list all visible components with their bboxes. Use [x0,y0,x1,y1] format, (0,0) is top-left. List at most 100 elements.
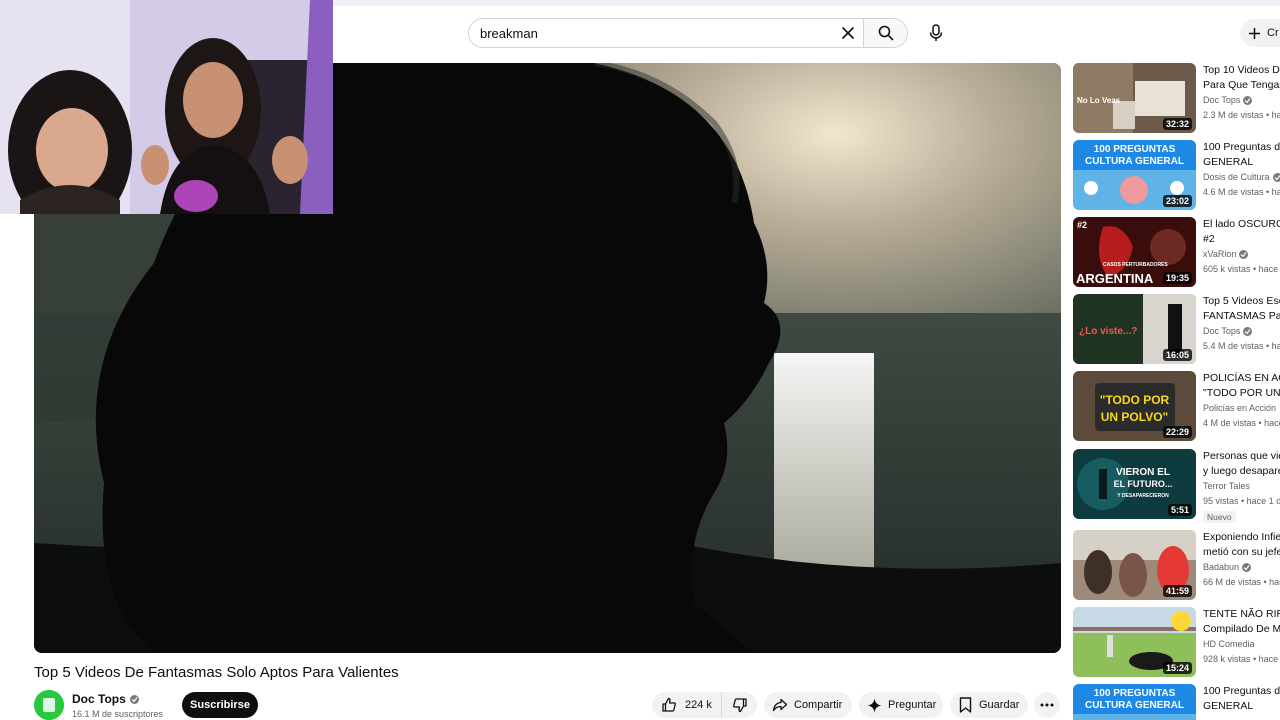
recommendation-title: Exponiendo Infie metió con su jefe [1203,531,1280,558]
recommendation-meta: 2.3 M de vistas • hace [1203,110,1280,120]
recommendation-meta: 5.4 M de vistas • hace [1203,341,1280,351]
like-count: 224 k [685,699,712,711]
recommendation-meta: 4.6 M de vistas • hace [1203,187,1280,197]
youtube-watch-page: Cr [0,0,1280,720]
recommendation-item[interactable]: 100 PREGUNTAS CULTURA GENERAL 23:02 100 P… [1073,140,1280,212]
recommendation-title: POLICÍAS EN AC"TODO POR UN P [1203,372,1280,399]
verified-icon [1239,249,1249,259]
sparkle-icon [867,698,882,712]
thumb-caption: UN POLVO" [1101,410,1168,424]
share-icon [772,698,788,712]
thumb-caption: "TODO POR [1100,393,1170,407]
recommendation-channel: Dosis de Cultura [1203,172,1280,182]
recommendation-title: 100 Preguntas de GENERAL [1203,685,1280,712]
share-label: Compartir [794,699,843,711]
recommendation-thumbnail[interactable]: 100 PREGUNTAS CULTURA GENERAL [1073,684,1196,720]
more-actions-button[interactable] [1034,692,1060,718]
recommendation-channel: Policías en Acción [1203,403,1277,413]
channel-logo-icon [34,690,64,720]
video-duration: 16:05 [1162,349,1192,361]
share-button[interactable]: Compartir [764,692,852,718]
recommendation-thumbnail[interactable]: 15:24 [1073,607,1196,677]
recommendation-title: El lado OSCURO d#2 [1203,218,1280,245]
thumb-caption: VIERON EL [1116,467,1170,478]
recommendation-thumbnail[interactable]: No Lo Veas 32:32 [1073,63,1196,133]
verified-icon [1243,95,1253,105]
recommendation-channel: xVaRion [1203,249,1249,259]
create-button[interactable]: Cr [1240,19,1280,47]
thumb-caption: CASOS PERTURBADORES [1103,262,1168,268]
thumb-caption: CULTURA GENERAL [1085,700,1184,711]
recommendation-thumbnail[interactable]: ¿Lo viste...? 16:05 [1073,294,1196,364]
recommendation-item[interactable]: VIERON EL EL FUTURO... Y DESAPARECIERON 5:… [1073,449,1280,523]
thumbs-down-icon [732,698,747,713]
close-icon [842,27,854,39]
recommendation-channel: HD Comedia [1203,639,1255,649]
channel-name[interactable]: Doc Tops [72,692,139,706]
top-strip [333,0,1280,6]
subscriber-count: 16.1 M de suscriptores [72,709,164,719]
video-duration: 41:59 [1162,585,1192,597]
recommendation-item[interactable]: No Lo Veas 32:32 Top 10 Videos De Para Qu… [1073,63,1280,135]
thumb-caption: No Lo Veas [1077,96,1121,105]
video-title: Top 5 Videos De Fantasmas Solo Aptos Par… [34,664,399,681]
recommendation-thumbnail[interactable]: 100 PREGUNTAS CULTURA GENERAL 23:02 [1073,140,1196,210]
recommendation-title: Personas que vie y luego desapare [1203,450,1280,477]
thumb-caption: ARGENTINA [1076,271,1154,286]
thumb-caption: ¿Lo viste...? [1079,326,1137,337]
thumb-caption: CULTURA GENERAL [1085,156,1184,167]
channel-avatar[interactable] [34,690,64,720]
subscribe-button[interactable]: Suscribirse [182,692,258,718]
recommendation-meta: 605 k vistas • hace [1203,264,1279,274]
recommendation-title: Top 5 Videos Esc FANTASMAS Par [1203,295,1280,322]
search-input[interactable] [469,19,833,47]
recommendation-meta: 4 M de vistas • hace [1203,418,1280,428]
recommendation-item[interactable]: #2 CASOS PERTURBADORES ARGENTINA 19:35 El … [1073,217,1280,289]
recommendation-item[interactable]: 15:24 TENTE NÃO RIR Compilado De M HD Com… [1073,607,1280,679]
save-label: Guardar [979,699,1020,711]
new-badge: Nuevo [1203,511,1236,523]
recommendation-channel: Terror Tales [1203,481,1250,491]
voice-search-button[interactable] [920,17,952,49]
video-duration: 23:02 [1162,195,1192,207]
recommendation-title: TENTE NÃO RIR Compilado De M [1203,608,1280,635]
more-horizontal-icon [1040,703,1054,707]
save-button[interactable]: Guardar [950,692,1028,718]
ask-button[interactable]: Preguntar [859,692,943,718]
search-button[interactable] [863,19,907,47]
recommendation-item[interactable]: 41:59 Exponiendo Infie metió con su jefe … [1073,530,1280,602]
recommendation-thumbnail[interactable]: "TODO POR UN POLVO" 22:29 [1073,371,1196,441]
like-button[interactable]: 224 k [652,692,722,718]
verified-icon [1242,562,1252,572]
video-duration: 5:51 [1167,504,1192,516]
create-label: Cr [1267,27,1279,39]
video-duration: 19:35 [1162,272,1192,284]
recommendation-thumbnail[interactable]: #2 CASOS PERTURBADORES ARGENTINA 19:35 [1073,217,1196,287]
recommendation-item[interactable]: "TODO POR UN POLVO" 22:29 POLICÍAS EN AC "… [1073,371,1280,443]
recommendation-channel: Doc Tops [1203,95,1253,105]
recommendation-item[interactable]: 100 PREGUNTAS CULTURA GENERAL 100 Pregunt… [1073,684,1280,720]
mic-icon [929,24,943,41]
ask-label: Preguntar [888,699,937,711]
clear-search-button[interactable] [833,19,863,47]
bookmark-icon [959,697,972,713]
thumbs-up-icon [662,697,676,712]
recommendation-meta: 66 M de vistas • hace [1203,577,1280,587]
plus-icon [1249,27,1260,39]
recommendation-item[interactable]: ¿Lo viste...? 16:05 Top 5 Videos Esc FANT… [1073,294,1280,366]
video-duration: 22:29 [1162,426,1192,438]
search-bar [468,18,908,48]
recommendation-thumbnail[interactable]: 41:59 [1073,530,1196,600]
dislike-button[interactable] [722,692,757,718]
recommendation-meta: 95 vistas • hace 1 d [1203,496,1280,506]
recommendation-channel: Doc Tops [1203,326,1253,336]
video-duration: 32:32 [1162,118,1192,130]
recommendation-meta: 928 k vistas • hace [1203,654,1279,664]
like-dislike-group: 224 k [652,692,757,718]
recommendation-title: Top 10 Videos De Para Que Tengas [1203,64,1280,91]
thumb-caption: 100 PREGUNTAS [1094,144,1176,155]
thumb-caption: EL FUTURO... [1114,479,1173,489]
thumb-caption: 100 PREGUNTAS [1094,688,1176,699]
recommendation-thumbnail[interactable]: VIERON EL EL FUTURO... Y DESAPARECIERON 5:… [1073,449,1196,519]
channel-name-label: Doc Tops [72,692,126,706]
